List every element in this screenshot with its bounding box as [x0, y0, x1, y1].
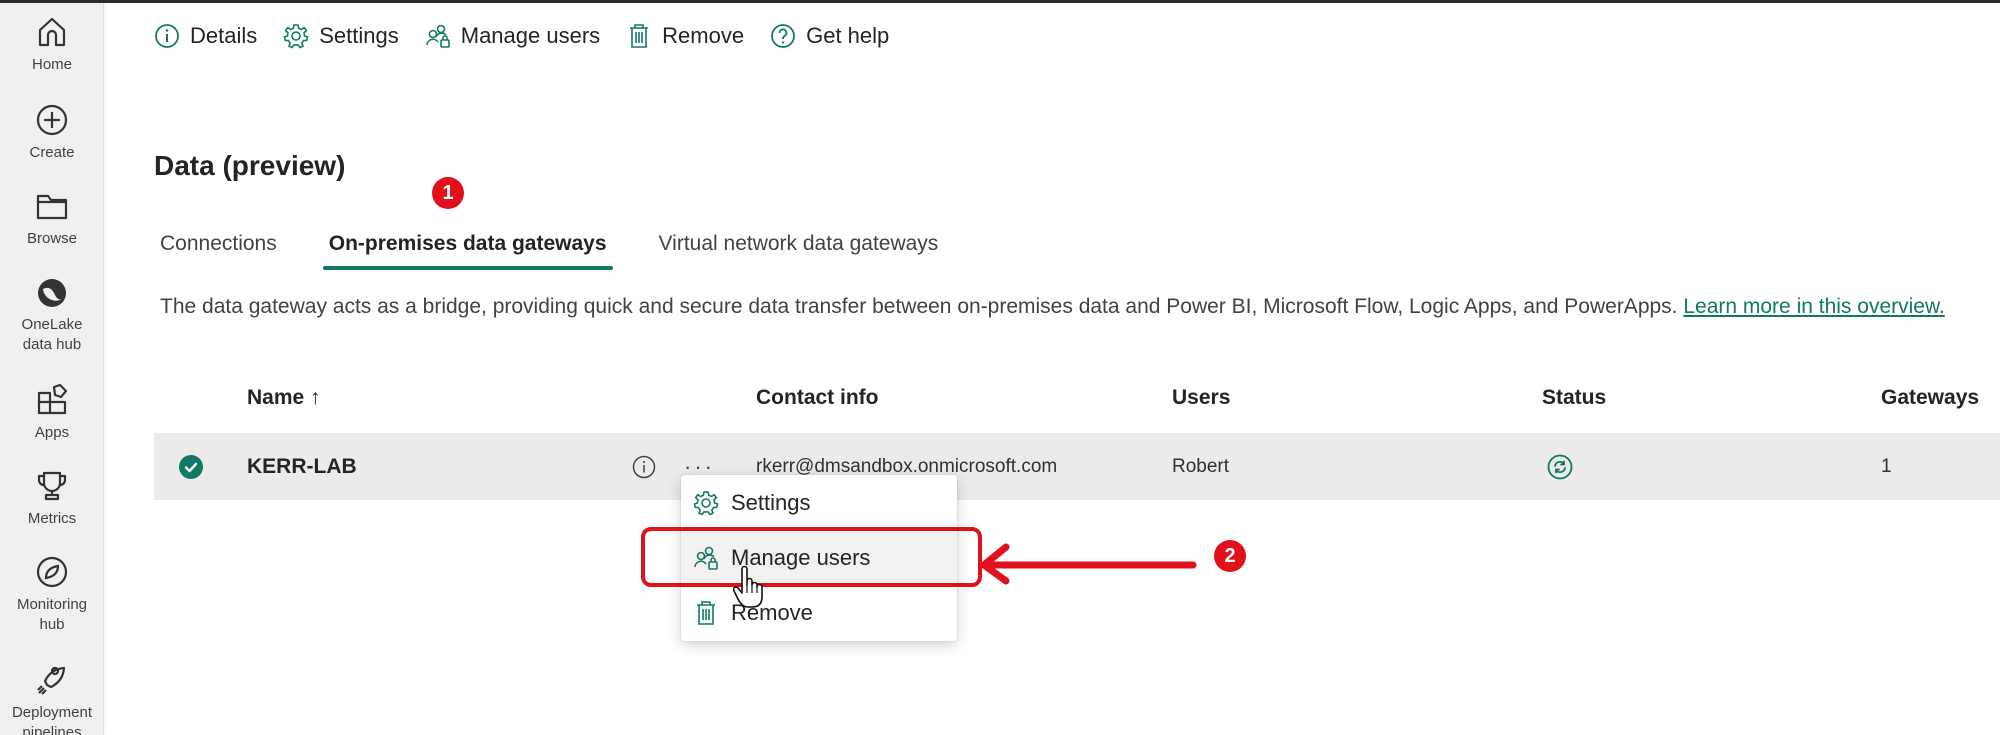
menu-item-label: Manage users — [731, 545, 871, 570]
nav-browse[interactable]: Browse — [0, 189, 104, 249]
users-value: Robert — [1172, 455, 1230, 477]
trash-icon — [630, 24, 649, 48]
nav-home[interactable]: Home — [0, 15, 104, 75]
settings-button[interactable]: Settings — [283, 23, 399, 49]
learn-more-link[interactable]: Learn more in this overview. — [1683, 295, 1944, 318]
settings-label: Settings — [319, 23, 399, 48]
nav-metrics[interactable]: Metrics — [0, 469, 104, 529]
menu-item-label: Settings — [731, 490, 811, 515]
context-menu: Settings Manage users Remove — [681, 475, 957, 641]
details-button[interactable]: Details — [154, 23, 257, 49]
tab-list: Connections On-premises data gateways Vi… — [154, 228, 984, 270]
help-icon — [771, 24, 795, 48]
nav-deployment-pipelines[interactable]: Deployment pipelines — [0, 663, 104, 735]
remove-label: Remove — [662, 23, 745, 48]
column-header-contact-info[interactable]: Contact info — [756, 386, 878, 410]
nav-label: OneLake data hub — [21, 316, 83, 353]
manage-users-label: Manage users — [460, 23, 601, 48]
menu-item-remove[interactable]: Remove — [681, 587, 957, 639]
info-icon — [155, 24, 179, 48]
get-help-button[interactable]: Get help — [770, 23, 889, 49]
left-nav: Home Create Browse OneLake data hub Apps… — [0, 3, 104, 735]
page-title: Data (preview) — [154, 150, 346, 181]
gear-icon — [693, 491, 719, 516]
manage-users-icon — [425, 24, 450, 48]
onelake-icon — [38, 279, 66, 307]
manage-users-button[interactable]: Manage users — [425, 23, 600, 49]
folder-icon — [36, 194, 68, 220]
tab-on-premises-data-gateways[interactable]: On-premises data gateways — [322, 228, 613, 270]
description: The data gateway acts as a bridge, provi… — [160, 295, 1945, 319]
refresh-status-icon — [1547, 454, 1573, 479]
nav-label: Browse — [26, 230, 78, 247]
trash-icon — [697, 601, 715, 625]
gear-icon — [283, 24, 309, 49]
plus-circle-icon — [36, 104, 68, 136]
row-checkbox[interactable] — [178, 433, 204, 500]
nav-label: Deployment pipelines — [11, 704, 93, 735]
window-top-border — [0, 0, 2000, 3]
nav-label: Home — [31, 56, 72, 73]
column-header-users[interactable]: Users — [1172, 386, 1230, 410]
table-header: Name ↑ Contact info Users Status Gateway… — [154, 380, 2000, 420]
nav-apps[interactable]: Apps — [0, 383, 104, 443]
details-label: Details — [190, 23, 258, 48]
rocket-icon — [37, 666, 66, 695]
nav-monitoring-hub[interactable]: Monitoring hub — [0, 555, 104, 635]
nav-label: Monitoring hub — [16, 596, 88, 633]
get-help-label: Get help — [806, 23, 890, 48]
column-header-name[interactable]: Name ↑ — [247, 386, 321, 410]
nav-label: Metrics — [27, 510, 77, 527]
remove-button[interactable]: Remove — [626, 23, 744, 49]
menu-item-settings[interactable]: Settings — [681, 477, 957, 529]
home-icon — [38, 17, 66, 47]
trophy-icon — [37, 471, 67, 501]
tab-virtual-network-data-gateways[interactable]: Virtual network data gateways — [653, 228, 945, 270]
gateways-count: 1 — [1881, 455, 1892, 477]
menu-item-label: Remove — [731, 600, 813, 625]
monitoring-icon — [36, 556, 68, 588]
annotation-step-1: 1 — [432, 177, 464, 209]
nav-label: Create — [29, 144, 75, 161]
table-row[interactable]: KERR-LAB ··· rkerr@dmsandbox.onmicrosoft… — [154, 433, 2000, 500]
annotation-arrow — [980, 543, 1197, 585]
row-info-button[interactable] — [632, 433, 656, 500]
nav-onelake-data-hub[interactable]: OneLake data hub — [0, 275, 104, 355]
annotation-step-2: 2 — [1214, 540, 1246, 572]
column-header-gateways[interactable]: Gateways — [1881, 386, 1979, 410]
nav-create[interactable]: Create — [0, 103, 104, 163]
command-bar: Details Settings Manage users Remove Get… — [154, 18, 915, 54]
tab-connections[interactable]: Connections — [154, 228, 283, 270]
manage-users-icon — [694, 546, 718, 570]
column-header-status[interactable]: Status — [1542, 386, 1606, 410]
gateway-name[interactable]: KERR-LAB — [247, 433, 357, 500]
nav-label: Apps — [34, 424, 70, 441]
check-circle-icon — [179, 454, 203, 479]
info-icon — [632, 455, 656, 478]
status-indicator — [1547, 433, 1573, 500]
description-text: The data gateway acts as a bridge, provi… — [160, 295, 1684, 318]
menu-item-manage-users[interactable]: Manage users — [681, 532, 957, 584]
apps-icon — [37, 383, 68, 415]
